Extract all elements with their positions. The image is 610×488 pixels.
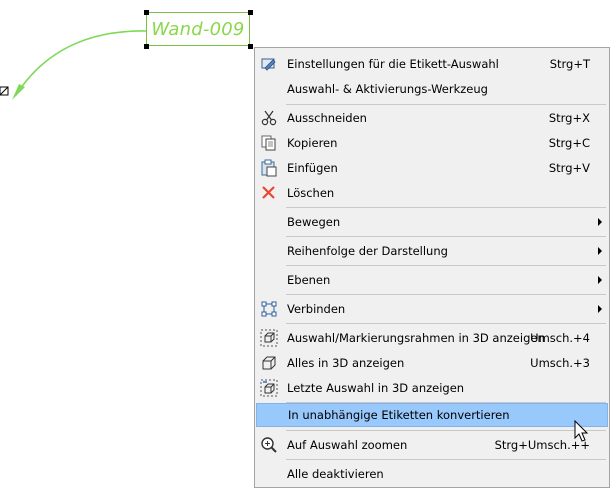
menu-separator bbox=[286, 459, 606, 460]
selection-handle[interactable] bbox=[248, 44, 253, 49]
wall-label[interactable]: Wand-009 bbox=[146, 12, 250, 46]
menu-item-delete[interactable]: Löschen bbox=[256, 181, 608, 205]
menu-item-zoom-selection[interactable]: Auf Auswahl zoomen Strg+Umsch.++ bbox=[256, 433, 608, 457]
menu-item-last-selection-3d[interactable]: Letzte Auswahl in 3D anzeigen bbox=[256, 376, 608, 400]
selection-handle[interactable] bbox=[248, 10, 253, 15]
scissors-icon bbox=[260, 109, 278, 127]
submenu-arrow-icon bbox=[598, 218, 602, 226]
menu-item-cut[interactable]: Ausschneiden Strg+X bbox=[256, 106, 608, 130]
submenu-arrow-icon bbox=[598, 247, 602, 255]
menu-item-deactivate-all[interactable]: Alle deaktivieren bbox=[256, 462, 608, 486]
menu-separator bbox=[286, 430, 606, 431]
menu-item-label-settings[interactable]: Einstellungen für die Etikett-Auswahl St… bbox=[256, 52, 608, 76]
show-all-3d-icon bbox=[260, 354, 278, 372]
menu-item-show-selection-3d[interactable]: Auswahl/Markierungsrahmen in 3D anzeigen… bbox=[256, 326, 608, 350]
menu-item-paste[interactable]: Einfügen Strg+V bbox=[256, 156, 608, 180]
menu-item-convert-independent-labels[interactable]: In unabhängige Etiketten konvertieren bbox=[256, 403, 608, 427]
menu-separator bbox=[286, 207, 606, 208]
wall-label-text: Wand-009 bbox=[151, 18, 245, 40]
menu-item-connect[interactable]: Verbinden bbox=[256, 297, 608, 321]
menu-item-copy[interactable]: Kopieren Strg+C bbox=[256, 131, 608, 155]
copy-icon bbox=[260, 134, 278, 152]
label-settings-icon bbox=[260, 55, 278, 73]
zoom-selection-icon bbox=[260, 436, 278, 454]
menu-item-selection-tool[interactable]: Auswahl- & Aktivierungs-Werkzeug bbox=[256, 77, 608, 101]
menu-separator bbox=[286, 236, 606, 237]
menu-separator bbox=[286, 265, 606, 266]
selection-handle[interactable] bbox=[144, 10, 149, 15]
connect-icon bbox=[260, 300, 278, 318]
menu-separator bbox=[286, 294, 606, 295]
submenu-arrow-icon bbox=[598, 305, 602, 313]
paste-icon bbox=[260, 159, 278, 177]
menu-item-show-all-3d[interactable]: Alles in 3D anzeigen Umsch.+3 bbox=[256, 351, 608, 375]
last-selection-3d-icon bbox=[260, 379, 278, 397]
selection-handle[interactable] bbox=[144, 44, 149, 49]
menu-item-layers[interactable]: Ebenen bbox=[256, 268, 608, 292]
context-menu: Einstellungen für die Etikett-Auswahl St… bbox=[254, 47, 610, 488]
delete-icon bbox=[260, 184, 278, 202]
submenu-arrow-icon bbox=[598, 276, 602, 284]
menu-separator bbox=[286, 104, 606, 105]
show-selection-3d-icon bbox=[260, 329, 278, 347]
menu-item-display-order[interactable]: Reihenfolge der Darstellung bbox=[256, 239, 608, 263]
leader-arrowhead bbox=[12, 84, 25, 100]
menu-item-move[interactable]: Bewegen bbox=[256, 210, 608, 234]
menu-separator bbox=[286, 323, 606, 324]
mouse-cursor-icon bbox=[574, 420, 589, 442]
